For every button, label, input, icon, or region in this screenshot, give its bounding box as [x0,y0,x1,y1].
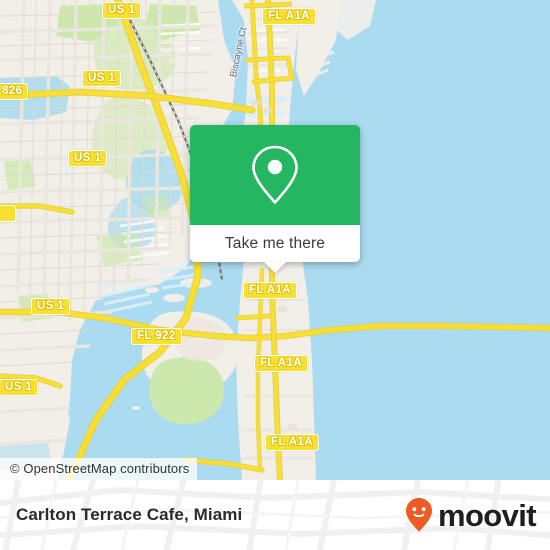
road-shield-fla1a-top: FL A1A [262,8,317,25]
map-pin-icon [252,145,298,204]
road-shield-us1-mid: US 1 [68,150,108,167]
take-me-there-label: Take me there [224,234,326,252]
moovit-wordmark: moovit [437,497,537,533]
take-me-there-button[interactable]: Take me there [190,225,360,262]
road-shield-fla1a-low: FL A1A [265,434,320,451]
moovit-map-screenshot: Biscayne Ct US 1 FL A1A US 1 826 US 1 US… [0,0,550,550]
road-shield-fla1a-mid2: FL A1A [254,355,309,372]
road-shield-826: 826 [0,83,29,100]
road-shield-fla1a-mid1: FL A1A [243,282,298,299]
moovit-logo[interactable]: moovit [405,497,537,533]
map-popup-card[interactable]: Take me there [190,125,360,273]
popup-header [190,125,360,225]
place-title: Carlton Terrace Cafe, Miami [16,505,243,524]
road-shield-us1-lower: US 1 [0,379,39,396]
popup-pointer-tail [264,262,286,273]
road-shield-us1-upper: US 1 [82,70,122,87]
moovit-pin-smiley-icon [405,498,432,532]
road-shield-fl922: FL 922 [131,328,182,345]
road-shield-us1-north: US 1 [102,2,142,19]
osm-attribution[interactable]: © OpenStreetMap contributors [0,458,198,480]
road-shield-clipped-left [0,205,16,222]
footer-bar: Carlton Terrace Cafe, Miami moovit [0,480,550,550]
road-shield-us1-left: US 1 [31,298,71,315]
